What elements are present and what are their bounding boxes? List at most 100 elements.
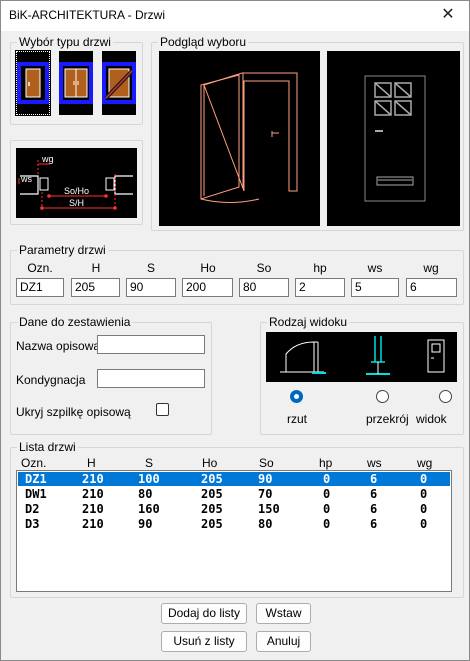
list-cell-ho: 205 bbox=[201, 487, 223, 501]
param-header-ozn: Ozn. bbox=[27, 261, 53, 275]
list-cell-h: 210 bbox=[82, 487, 104, 501]
door-type-group-label: Wybór typu drzwi bbox=[17, 35, 113, 49]
list-cell-s: 80 bbox=[138, 487, 153, 501]
param-header-so: So bbox=[256, 261, 272, 275]
title-bar: BiK-ARCHITEKTURA - Drzwi ✕ bbox=[1, 1, 469, 31]
cancel-button[interactable]: Anuluj bbox=[256, 631, 311, 652]
list-header-s: S bbox=[145, 456, 154, 470]
list-cell-ozn: D2 bbox=[25, 502, 40, 516]
kondygnacja-label: Kondygnacja bbox=[16, 373, 86, 387]
list-header-h: H bbox=[87, 456, 96, 470]
ws-dim-label: ws bbox=[20, 174, 32, 184]
list-header-wg: wg bbox=[417, 456, 433, 470]
preview-3d-panel bbox=[159, 51, 320, 226]
kondygnacja-field[interactable] bbox=[97, 369, 205, 388]
hide-pin-label: Ukryj szpilkę opisową bbox=[16, 405, 131, 419]
preview-elevation-panel bbox=[327, 51, 460, 226]
view-widok-radio[interactable] bbox=[439, 390, 452, 403]
list-cell-hp: 0 bbox=[323, 487, 331, 501]
param-header-ho: Ho bbox=[200, 261, 216, 275]
param-header-s: S bbox=[146, 261, 155, 275]
list-cell-wg: 0 bbox=[420, 487, 428, 501]
view-rzut-radio[interactable] bbox=[290, 390, 303, 403]
view-type-icons bbox=[280, 336, 445, 375]
list-header-ozn: Ozn. bbox=[21, 456, 47, 470]
view-widok-label: widok bbox=[416, 412, 447, 426]
door-3d-preview bbox=[200, 72, 298, 203]
view-type-preview bbox=[266, 332, 457, 382]
dimension-diagram: wg ws So/Ho S/H bbox=[16, 148, 137, 218]
door-type-sliding-thumb[interactable] bbox=[102, 51, 136, 115]
list-header-so: So bbox=[259, 456, 274, 470]
view-type-group-label: Rodzaj widoku bbox=[267, 315, 350, 329]
preview-group-label: Podgląd wyboru bbox=[158, 35, 249, 49]
list-header-ho: Ho bbox=[202, 456, 218, 470]
param-ho-field[interactable]: 200 bbox=[182, 278, 233, 297]
list-cell-ws: 6 bbox=[370, 517, 378, 531]
param-header-wg: wg bbox=[423, 261, 439, 275]
list-cell-wg: 0 bbox=[420, 502, 428, 516]
door-list-group-label: Lista drzwi bbox=[17, 440, 78, 454]
list-cell-hp: 0 bbox=[323, 472, 331, 486]
door-list-row[interactable]: DZ1 210 100 205 90 0 6 0 bbox=[18, 472, 450, 486]
list-cell-so: 70 bbox=[258, 487, 273, 501]
list-cell-ho: 205 bbox=[201, 517, 223, 531]
list-cell-s: 100 bbox=[138, 472, 160, 486]
insert-button[interactable]: Wstaw bbox=[256, 603, 311, 624]
list-cell-so: 150 bbox=[258, 502, 280, 516]
nazwa-opisowa-label: Nazwa opisowa bbox=[16, 339, 101, 353]
double-door-icon bbox=[59, 62, 93, 104]
param-hp-field[interactable]: 2 bbox=[295, 278, 345, 297]
view-rzut-label: rzut bbox=[287, 412, 308, 426]
list-cell-s: 90 bbox=[138, 517, 153, 531]
list-cell-ho: 205 bbox=[201, 502, 223, 516]
list-cell-ws: 6 bbox=[370, 487, 378, 501]
list-cell-wg: 0 bbox=[420, 517, 428, 531]
list-cell-hp: 0 bbox=[323, 517, 331, 531]
list-cell-hp: 0 bbox=[323, 502, 331, 516]
list-cell-s: 160 bbox=[138, 502, 160, 516]
list-header-ws: ws bbox=[367, 456, 382, 470]
wg-dim-label: wg bbox=[41, 154, 54, 164]
nazwa-opisowa-field[interactable] bbox=[97, 335, 205, 354]
door-list-row[interactable]: D2 210 160 205 150 0 6 0 bbox=[18, 502, 450, 516]
door-type-single-thumb[interactable] bbox=[15, 50, 51, 116]
hide-pin-checkbox[interactable] bbox=[156, 403, 169, 416]
sh-dim-label: S/H bbox=[69, 198, 84, 208]
param-header-hp: hp bbox=[313, 261, 327, 275]
door-list-row[interactable]: D3 210 90 205 80 0 6 0 bbox=[18, 517, 450, 531]
param-ws-field[interactable]: 5 bbox=[351, 278, 399, 297]
list-cell-wg: 0 bbox=[420, 472, 428, 486]
param-h-field[interactable]: 205 bbox=[71, 278, 120, 297]
door-elevation-preview bbox=[364, 75, 426, 202]
param-header-ws: ws bbox=[367, 261, 383, 275]
view-przekroj-label: przekrój bbox=[366, 412, 409, 426]
sliding-door-icon bbox=[102, 62, 136, 104]
door-dimension-diagram: wg ws So/Ho S/H bbox=[18, 154, 133, 210]
close-icon[interactable]: ✕ bbox=[437, 5, 459, 25]
door-type-double-thumb[interactable] bbox=[59, 51, 93, 115]
list-cell-so: 80 bbox=[258, 517, 273, 531]
remove-from-list-button[interactable]: Usuń z listy bbox=[161, 631, 247, 652]
window-title: BiK-ARCHITEKTURA - Drzwi bbox=[9, 8, 166, 22]
list-cell-ho: 205 bbox=[201, 472, 223, 486]
schedule-data-group-label: Dane do zestawienia bbox=[17, 315, 133, 329]
param-ozn-field[interactable]: DZ1 bbox=[16, 278, 64, 297]
list-cell-ozn: DZ1 bbox=[25, 472, 47, 486]
add-to-list-button[interactable]: Dodaj do listy bbox=[161, 603, 247, 624]
param-so-field[interactable]: 80 bbox=[239, 278, 289, 297]
door-dialog: BiK-ARCHITEKTURA - Drzwi ✕ Wybór typu dr… bbox=[0, 0, 470, 661]
param-s-field[interactable]: 90 bbox=[126, 278, 176, 297]
param-header-h: H bbox=[91, 261, 101, 275]
param-wg-field[interactable]: 6 bbox=[406, 278, 457, 297]
single-door-icon bbox=[17, 62, 49, 104]
door-list[interactable]: DZ1 210 100 205 90 0 6 0 DW1 210 80 205 … bbox=[16, 470, 452, 592]
view-przekroj-radio[interactable] bbox=[376, 390, 389, 403]
list-cell-so: 90 bbox=[258, 472, 273, 486]
list-cell-ozn: DW1 bbox=[25, 487, 47, 501]
list-cell-ws: 6 bbox=[370, 502, 378, 516]
list-cell-h: 210 bbox=[82, 517, 104, 531]
params-group-label: Parametry drzwi bbox=[17, 243, 108, 257]
door-list-row[interactable]: DW1 210 80 205 70 0 6 0 bbox=[18, 487, 450, 501]
so-ho-dim-label: So/Ho bbox=[64, 186, 89, 196]
